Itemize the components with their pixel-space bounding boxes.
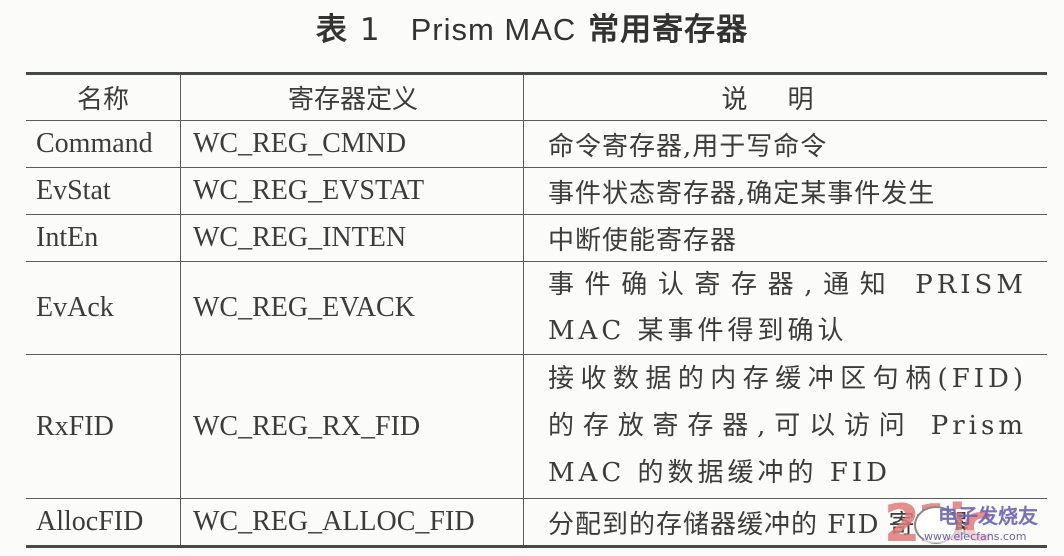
header-definition: 寄存器定义	[180, 73, 524, 121]
watermark-url: www.elecfans.com	[924, 530, 1027, 543]
cell-name: IntEn	[26, 214, 181, 262]
cell-definition: WC_REG_RX_FID	[180, 354, 524, 499]
cell-name: EvStat	[26, 167, 181, 215]
cell-name: RxFID	[26, 354, 181, 499]
caption-latin: Prism MAC	[410, 12, 577, 47]
cell-definition: WC_REG_CMND	[180, 120, 524, 168]
header-description: 说明	[523, 73, 1047, 121]
header-row: 名称 寄存器定义 说明	[26, 73, 1047, 121]
cell-name: Command	[26, 120, 181, 168]
cell-definition: WC_REG_EVACK	[180, 261, 524, 355]
cell-definition: WC_REG_ALLOC_FID	[180, 498, 524, 547]
caption-suffix: 常用寄存器	[588, 12, 749, 48]
cell-name: AllocFID	[26, 498, 181, 547]
table-row: RxFID WC_REG_RX_FID 接收数据的内存缓冲区句柄(FID)的存放…	[26, 354, 1047, 499]
table-row: Command WC_REG_CMND 命令寄存器,用于写命令	[26, 120, 1047, 168]
caption-prefix: 表	[315, 12, 348, 48]
caption-number: 1	[359, 12, 381, 48]
register-table: 名称 寄存器定义 说明 Command WC_REG_CMND 命令寄存器,用于…	[26, 72, 1047, 548]
cell-description: 中断使能寄存器	[523, 214, 1047, 262]
cell-description: 命令寄存器,用于写命令	[523, 120, 1047, 168]
watermark: 21ic 电子发烧友 www.elecfans.com	[884, 494, 1056, 554]
cell-definition: WC_REG_INTEN	[180, 214, 524, 262]
header-name: 名称	[26, 73, 181, 121]
cell-description: 事件状态寄存器,确定某事件发生	[523, 167, 1047, 215]
cell-definition: WC_REG_EVSTAT	[180, 167, 524, 215]
cell-description: 接收数据的内存缓冲区句柄(FID)的存放寄存器,可以访问 Prism MAC 的…	[523, 354, 1047, 499]
cell-description: 事件确认寄存器,通知 PRISM MAC 某事件得到确认	[523, 261, 1047, 355]
table-caption: 表 1 Prism MAC 常用寄存器	[0, 4, 1064, 49]
cell-name: EvAck	[26, 261, 181, 355]
watermark-cn: 电子发烧友	[938, 504, 1038, 528]
table-row: EvAck WC_REG_EVACK 事件确认寄存器,通知 PRISM MAC …	[26, 261, 1047, 355]
table-row: IntEn WC_REG_INTEN 中断使能寄存器	[26, 214, 1047, 262]
table-row: EvStat WC_REG_EVSTAT 事件状态寄存器,确定某事件发生	[26, 167, 1047, 215]
